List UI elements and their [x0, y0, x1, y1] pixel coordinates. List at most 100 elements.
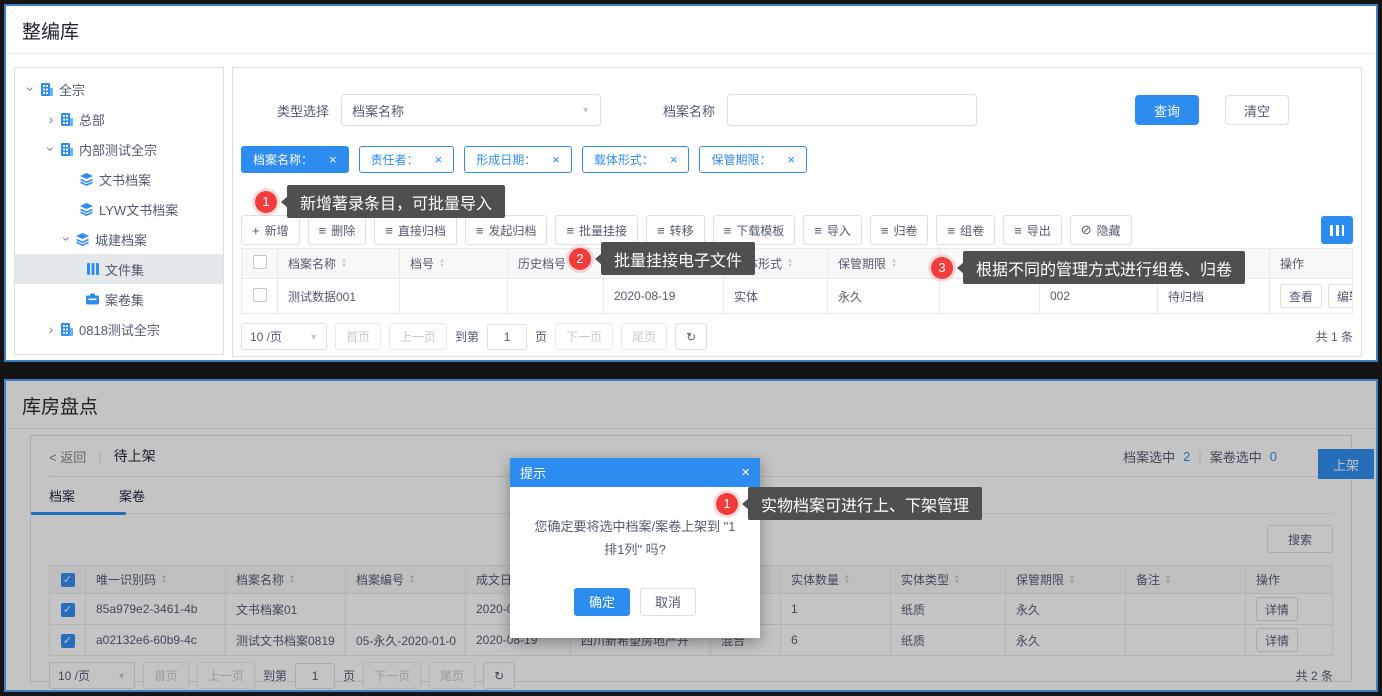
add-button[interactable]: +新增: [241, 215, 300, 245]
edit-button[interactable]: 编辑: [1328, 284, 1352, 308]
column-settings-button[interactable]: [1321, 216, 1353, 244]
filter-tag-label: 档案名称：: [253, 151, 313, 168]
list-icon: ≡: [814, 223, 822, 238]
close-icon[interactable]: ×: [552, 152, 560, 167]
eye-off-icon: ⊘: [1081, 222, 1092, 238]
tree-item-label: 城建档案: [95, 230, 147, 249]
clear-button[interactable]: 清空: [1225, 95, 1289, 125]
tree-item-wenjianji[interactable]: 文件集: [15, 254, 223, 284]
column-settings-icon: [1330, 225, 1344, 236]
chevron-down-icon[interactable]: ›: [23, 81, 39, 97]
close-icon[interactable]: ×: [435, 152, 443, 167]
callout-tooltip: 批量挂接电子文件: [601, 242, 755, 275]
refresh-button[interactable]: ↻: [675, 323, 707, 350]
sort-icon[interactable]: ▲▼: [439, 259, 445, 269]
hide-button[interactable]: ⊘隐藏: [1070, 215, 1132, 245]
cell-carrier: 实体: [724, 279, 828, 314]
initiate-archive-button[interactable]: ≡发起归档: [465, 215, 548, 245]
org-icon: [39, 83, 54, 96]
tree-item-anjuanji[interactable]: 案卷集: [15, 284, 223, 314]
prev-page-button[interactable]: 上一页: [389, 323, 447, 350]
chevron-right-icon[interactable]: ›: [43, 321, 59, 337]
list-icon: ≡: [724, 223, 732, 238]
tree-item-label: 案卷集: [105, 290, 144, 309]
tree-item-0818[interactable]: › 0818测试全宗: [15, 314, 223, 344]
cell-archive-name: 测试数据001: [278, 279, 400, 314]
list-icon: ≡: [657, 223, 665, 238]
total-count: 共 1 条: [1316, 328, 1353, 345]
archive-content-card: 类型选择 档案名称 ▼ 档案名称 查询 清空 档案名称： × 责任者： ×: [232, 67, 1362, 357]
file-into-volume-button[interactable]: ≡归卷: [870, 215, 929, 245]
tree-item-lyw-wenshu[interactable]: LYW文书档案: [15, 194, 223, 224]
filter-tag-retention[interactable]: 保管期限： ×: [699, 146, 807, 173]
delete-button[interactable]: ≡删除: [308, 215, 367, 245]
tree-item-chengjian[interactable]: › 城建档案: [15, 224, 223, 254]
list-icon: ≡: [385, 223, 393, 238]
briefcase-icon: [85, 293, 100, 305]
filter-tags: 档案名称： × 责任者： × 形成日期： × 载体形式： × 保管期限： ×: [241, 146, 1353, 173]
page-size-select[interactable]: 10 /页 ▼: [241, 323, 327, 350]
row-checkbox[interactable]: [253, 288, 267, 302]
first-page-button[interactable]: 首页: [335, 323, 381, 350]
filter-tag-archive-name[interactable]: 档案名称： ×: [241, 146, 349, 173]
confirm-button[interactable]: 确定: [574, 588, 630, 616]
batch-link-button[interactable]: ≡批量挂接: [555, 215, 638, 245]
archive-name-input[interactable]: [727, 94, 977, 126]
page-title: 整编库: [6, 6, 1376, 53]
plus-icon: +: [252, 223, 260, 238]
tree-item-label: 文件集: [105, 260, 144, 279]
last-page-button[interactable]: 尾页: [621, 323, 667, 350]
close-icon[interactable]: ×: [741, 464, 750, 481]
sort-icon[interactable]: ▲▼: [787, 259, 793, 269]
tree-item-neibu-ceshi[interactable]: › 内部测试全宗: [15, 134, 223, 164]
filter-tag-responsible[interactable]: 责任者： ×: [359, 146, 455, 173]
archive-toolbar: +新增 ≡删除 ≡直接归档 ≡发起归档 ≡批量挂接 ≡转移 ≡下载模板 ≡导入 …: [241, 215, 1353, 245]
query-button[interactable]: 查询: [1135, 95, 1199, 125]
chevron-down-icon[interactable]: ›: [43, 141, 59, 157]
import-button[interactable]: ≡导入: [803, 215, 862, 245]
cancel-button[interactable]: 取消: [640, 588, 696, 616]
type-select[interactable]: 档案名称 ▼: [341, 94, 601, 126]
grid-icon: [85, 263, 100, 275]
chevron-down-icon[interactable]: ›: [59, 231, 75, 247]
layers-icon: [79, 203, 94, 216]
close-icon[interactable]: ×: [329, 152, 337, 167]
view-button[interactable]: 查看: [1280, 284, 1322, 308]
org-icon: [59, 113, 74, 126]
top-panel-header: 整编库: [6, 6, 1376, 54]
download-template-button[interactable]: ≡下载模板: [713, 215, 796, 245]
sort-icon[interactable]: ▲▼: [891, 259, 897, 269]
refresh-icon: ↻: [686, 330, 696, 344]
sort-icon[interactable]: ▲▼: [341, 259, 347, 269]
tree-item-zongbu[interactable]: › 总部: [15, 104, 223, 134]
list-icon: ≡: [881, 223, 889, 238]
filter-tag-form-date[interactable]: 形成日期： ×: [464, 146, 572, 173]
list-icon: ≡: [1014, 223, 1022, 238]
list-icon: ≡: [476, 223, 484, 238]
tree-item-quanzong[interactable]: › 全宗: [15, 74, 223, 104]
tree-item-label: 内部测试全宗: [79, 140, 157, 159]
list-icon: ≡: [319, 223, 327, 238]
org-icon: [59, 323, 74, 336]
chevron-right-icon[interactable]: ›: [43, 111, 59, 127]
page-number-input[interactable]: [487, 324, 527, 350]
group-volume-button[interactable]: ≡组卷: [936, 215, 995, 245]
export-button[interactable]: ≡导出: [1003, 215, 1062, 245]
callout-tooltip: 实物档案可进行上、下架管理: [748, 487, 982, 520]
callout-badge: 3: [931, 257, 953, 279]
filter-tag-carrier[interactable]: 载体形式： ×: [582, 146, 690, 173]
select-all-checkbox[interactable]: [253, 255, 267, 269]
direct-archive-button[interactable]: ≡直接归档: [374, 215, 457, 245]
callout-2: 2 批量挂接电子文件: [569, 242, 755, 275]
callout-1: 1 实物档案可进行上、下架管理: [716, 487, 982, 520]
close-icon[interactable]: ×: [787, 152, 795, 167]
reorganize-library-panel: 整编库 › 全宗 › 总部 › 内部测试全宗 文书档案: [4, 4, 1378, 362]
transfer-button[interactable]: ≡转移: [646, 215, 705, 245]
list-icon: ≡: [947, 223, 955, 238]
type-select-label: 类型选择: [277, 101, 329, 120]
next-page-button[interactable]: 下一页: [555, 323, 613, 350]
tree-item-wenshu[interactable]: 文书档案: [15, 164, 223, 194]
callout-1: 1 新增著录条目，可批量导入: [255, 185, 505, 218]
page-unit-label: 页: [535, 328, 547, 345]
close-icon[interactable]: ×: [670, 152, 678, 167]
